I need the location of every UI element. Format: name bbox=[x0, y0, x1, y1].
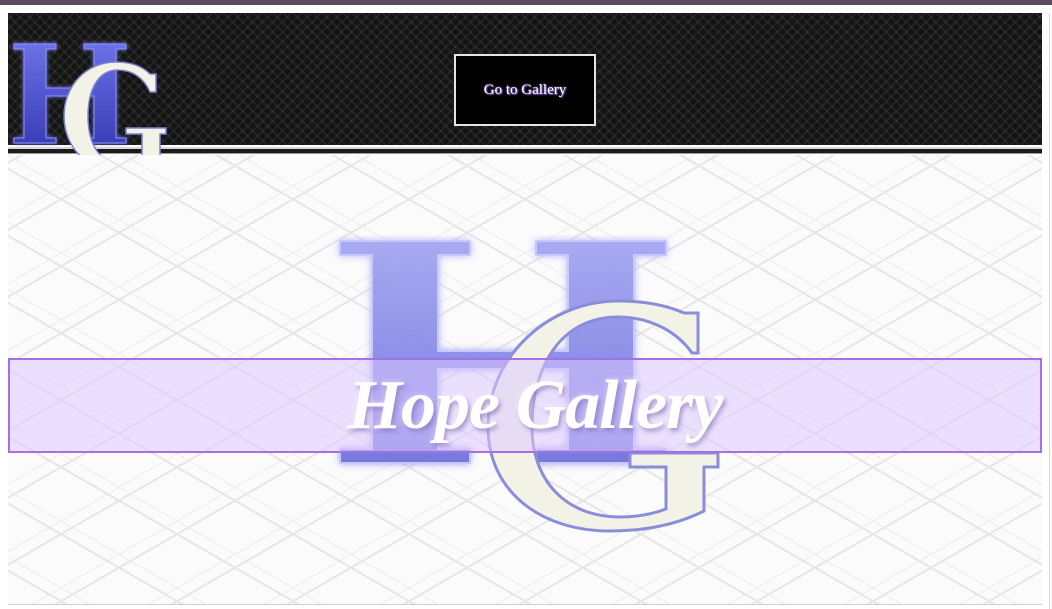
hero-title: Hope Gallery bbox=[347, 367, 724, 444]
hero-section: HG Hope Gallery bbox=[8, 155, 1042, 604]
header-logo[interactable]: HG bbox=[8, 30, 168, 175]
top-accent-strip bbox=[0, 0, 1052, 5]
footer-divider bbox=[8, 604, 1042, 605]
page-right-border bbox=[1049, 13, 1050, 609]
go-to-gallery-button[interactable]: Go to Gallery bbox=[454, 54, 596, 126]
